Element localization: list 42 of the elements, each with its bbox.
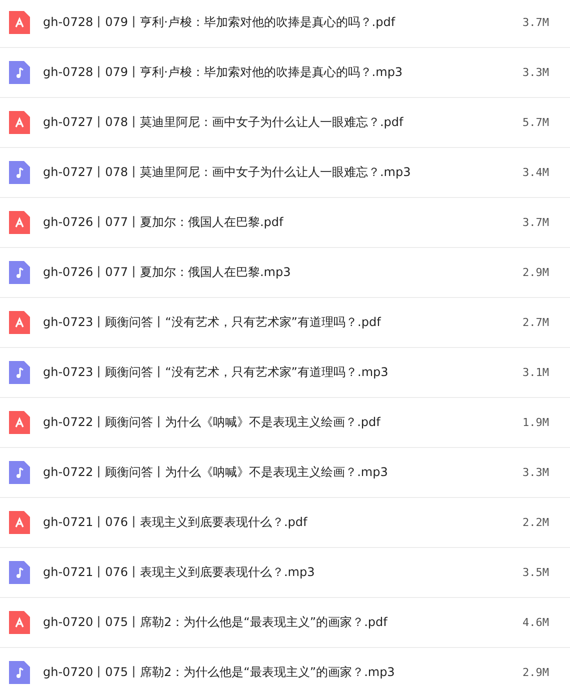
file-name[interactable]: gh-0726丨077丨夏加尔：俄国人在巴黎.mp3 [43,264,522,281]
music-file-icon [9,161,30,184]
file-name[interactable]: gh-0723丨顾衡问答丨“没有艺术，只有艺术家”有道理吗？.pdf [43,314,522,331]
file-name[interactable]: gh-0720丨075丨席勒2：为什么他是“最表现主义”的画家？.mp3 [43,664,522,681]
file-name[interactable]: gh-0722丨顾衡问答丨为什么《呐喊》不是表现主义绘画？.pdf [43,414,522,431]
file-name[interactable]: gh-0723丨顾衡问答丨“没有艺术，只有艺术家”有道理吗？.mp3 [43,364,522,381]
file-name[interactable]: gh-0727丨078丨莫迪里阿尼：画中女子为什么让人一眼难忘？.mp3 [43,164,522,181]
file-size: 5.7M [522,116,549,129]
file-name[interactable]: gh-0722丨顾衡问答丨为什么《呐喊》不是表现主义绘画？.mp3 [43,464,522,481]
pdf-file-icon [9,311,30,334]
file-size: 3.5M [522,566,549,579]
file-size: 3.3M [522,466,549,479]
music-file-icon [9,561,30,584]
pdf-file-icon [9,411,30,434]
file-size: 3.7M [522,216,549,229]
file-size: 2.7M [522,316,549,329]
file-size: 2.9M [522,266,549,279]
file-size: 3.7M [522,16,549,29]
file-name[interactable]: gh-0726丨077丨夏加尔：俄国人在巴黎.pdf [43,214,522,231]
music-file-icon [9,61,30,84]
file-size: 3.4M [522,166,549,179]
music-file-icon [9,461,30,484]
pdf-file-icon [9,11,30,34]
music-file-icon [9,661,30,684]
file-name[interactable]: gh-0721丨076丨表现主义到底要表现什么？.pdf [43,514,522,531]
file-size: 1.9M [522,416,549,429]
file-name[interactable]: gh-0721丨076丨表现主义到底要表现什么？.mp3 [43,564,522,581]
music-file-icon [9,361,30,384]
file-size: 2.2M [522,516,549,529]
pdf-file-icon [9,511,30,534]
pdf-file-icon [9,611,30,634]
file-name[interactable]: gh-0727丨078丨莫迪里阿尼：画中女子为什么让人一眼难忘？.pdf [43,114,522,131]
pdf-file-icon [9,211,30,234]
music-file-icon [9,261,30,284]
file-name[interactable]: gh-0728丨079丨亨利·卢梭：毕加索对他的吹捧是真心的吗？.mp3 [43,64,522,81]
file-size: 3.1M [522,366,549,379]
file-name[interactable]: gh-0728丨079丨亨利·卢梭：毕加索对他的吹捧是真心的吗？.pdf [43,14,522,31]
file-size: 3.3M [522,66,549,79]
file-size: 2.9M [522,666,549,679]
file-size: 4.6M [522,616,549,629]
pdf-file-icon [9,111,30,134]
file-name[interactable]: gh-0720丨075丨席勒2：为什么他是“最表现主义”的画家？.pdf [43,614,522,631]
